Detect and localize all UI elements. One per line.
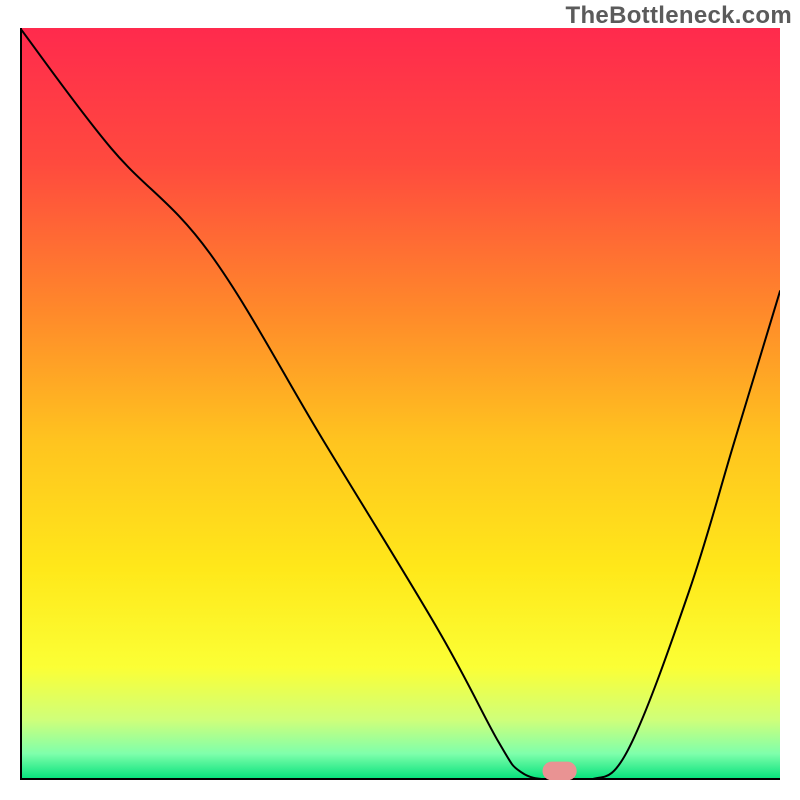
plot-area — [20, 28, 780, 780]
optimal-point-marker — [543, 762, 577, 780]
bottleneck-chart: TheBottleneck.com — [0, 0, 800, 800]
watermark-text: TheBottleneck.com — [566, 2, 792, 30]
chart-svg — [20, 28, 780, 780]
gradient-background — [20, 28, 780, 780]
